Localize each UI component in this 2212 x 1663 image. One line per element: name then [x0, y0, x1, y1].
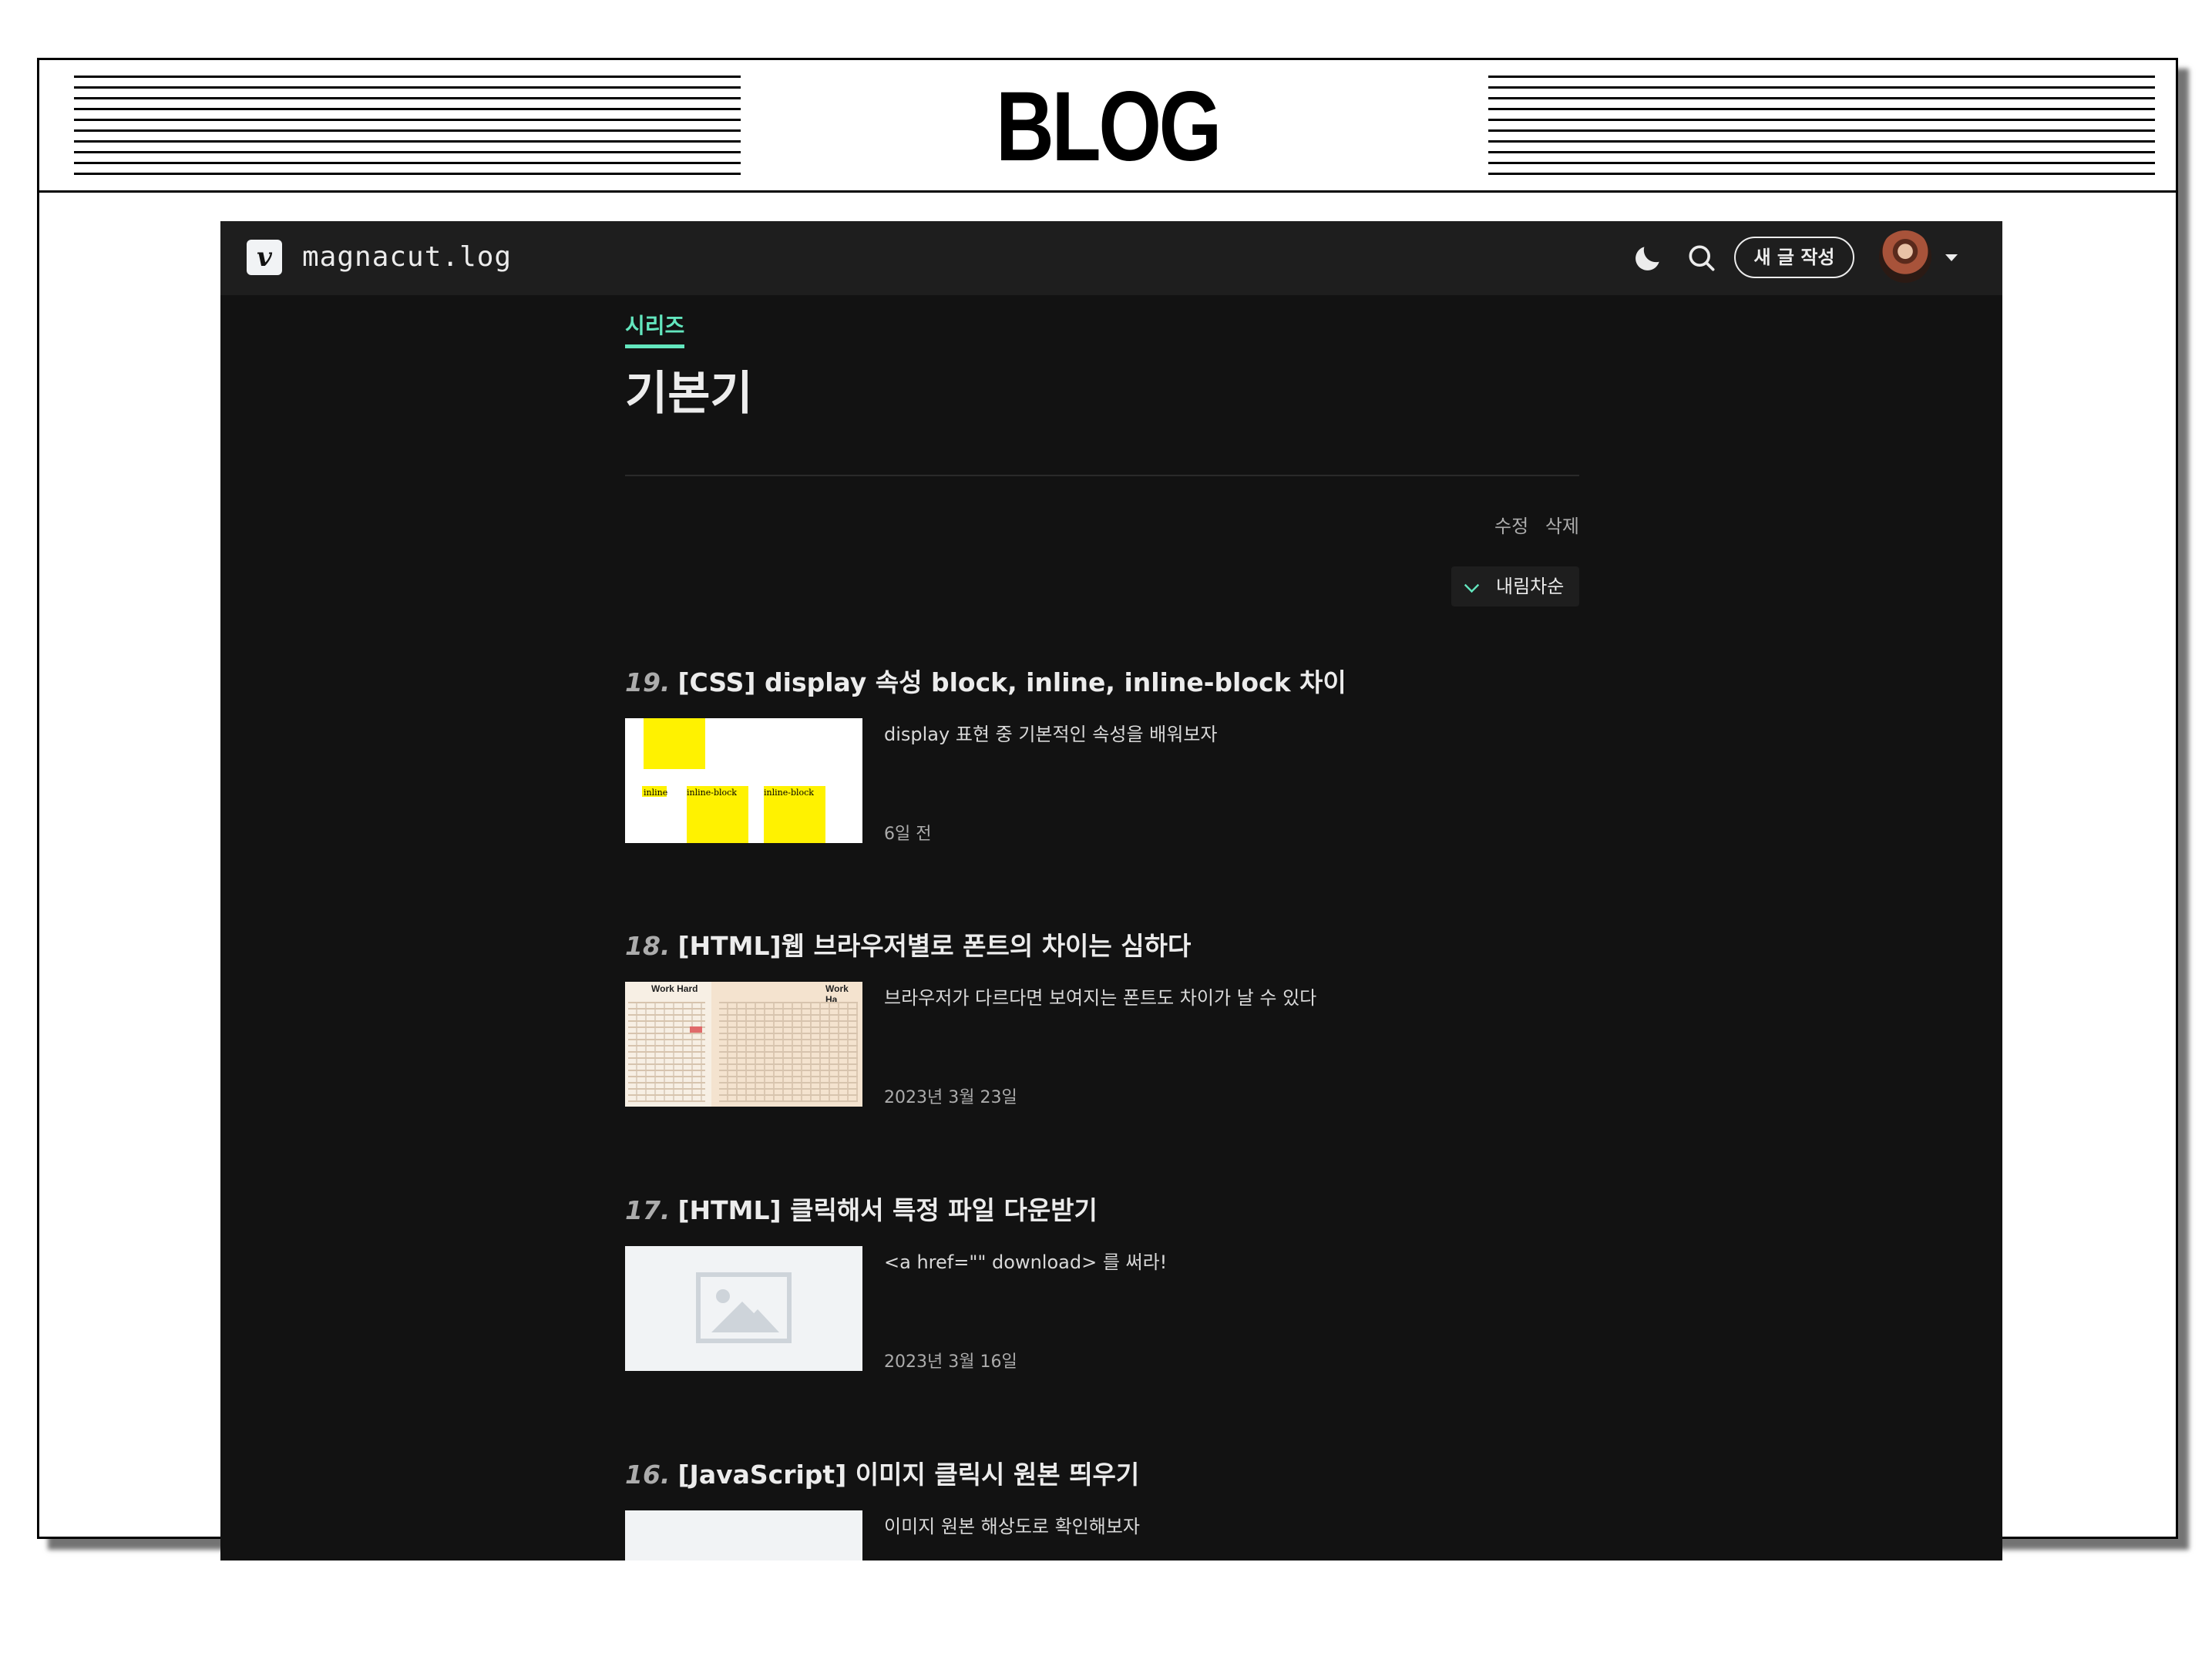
post-description: 이미지 원본 해상도로 확인해보자 — [884, 1516, 1141, 1537]
post-number: 19. — [625, 667, 671, 697]
thumb-calendar-grid — [719, 1002, 858, 1102]
blog-name-link[interactable]: magnacut.log — [302, 240, 512, 275]
thumb-block-box — [644, 718, 705, 769]
thumb-label: inline-block — [764, 788, 814, 798]
series-actions: 수정 삭제 — [1484, 511, 1579, 538]
post-thumbnail-placeholder[interactable] — [625, 1510, 862, 1561]
post-title[interactable]: 17. [HTML] 클릭해서 특정 파일 다운받기 — [625, 1194, 1098, 1228]
image-placeholder-icon — [696, 1272, 792, 1343]
post-title[interactable]: 18. [HTML]웹 브라우저별로 폰트의 차이는 심하다 — [625, 929, 1191, 963]
thumb-label: inline-block — [687, 788, 737, 798]
placeholder-mountain — [736, 1309, 779, 1332]
moon-icon[interactable] — [1631, 241, 1665, 275]
post-title-text: [CSS] display 속성 block, inline, inline-b… — [677, 667, 1346, 697]
post-date: 2023년 3월 16일 — [884, 1352, 1017, 1372]
post-item[interactable]: 16. [JavaScript] 이미지 클릭시 원본 띄우기 이미지 원본 해상… — [625, 1458, 1579, 1561]
thumb-label: Work Hard — [651, 983, 698, 994]
post-thumbnail-placeholder[interactable] — [625, 1246, 862, 1371]
user-avatar[interactable] — [1879, 230, 1931, 283]
thumb-calendar-grid — [628, 1002, 705, 1102]
series-title: 기본기 — [625, 367, 753, 421]
post-title[interactable]: 16. [JavaScript] 이미지 클릭시 원본 띄우기 — [625, 1458, 1139, 1492]
title-divider — [625, 475, 1579, 476]
post-title-text: [HTML]웹 브라우저별로 폰트의 차이는 심하다 — [677, 931, 1192, 961]
post-thumbnail[interactable]: inline inline-block inline-block — [625, 718, 862, 843]
post-title-text: [JavaScript] 이미지 클릭시 원본 띄우기 — [677, 1460, 1140, 1490]
post-item[interactable]: 19. [CSS] display 속성 block, inline, inlin… — [625, 666, 1579, 897]
banner-title: BLOG — [995, 72, 1222, 182]
post-title-text: [HTML] 클릭해서 특정 파일 다운받기 — [677, 1195, 1098, 1225]
post-thumbnail[interactable]: Work Hard Work Ha — [625, 982, 862, 1107]
post-description: display 표현 중 기본적인 속성을 배워보자 — [884, 724, 1218, 745]
post-number: 18. — [625, 931, 671, 961]
post-item[interactable]: 18. [HTML]웹 브라우저별로 폰트의 차이는 심하다 Work Hard … — [625, 929, 1579, 1161]
sort-order-label: 내림차순 — [1496, 576, 1565, 597]
sort-order-button[interactable]: 내림차순 — [1451, 566, 1579, 606]
post-number: 17. — [625, 1195, 671, 1225]
delete-series-button[interactable]: 삭제 — [1545, 516, 1579, 537]
post-title[interactable]: 19. [CSS] display 속성 block, inline, inlin… — [625, 666, 1346, 700]
thumb-label: inline — [644, 788, 668, 798]
post-date: 2023년 3월 23일 — [884, 1088, 1017, 1107]
edit-series-button[interactable]: 수정 — [1494, 516, 1528, 537]
chevron-down-icon — [1464, 577, 1480, 593]
post-description: 브라우저가 다르다면 보여지는 폰트도 차이가 날 수 있다 — [884, 987, 1317, 1009]
thumb-highlight — [690, 1026, 702, 1033]
post-number: 16. — [625, 1460, 671, 1490]
caret-down-icon[interactable] — [1945, 254, 1958, 261]
velog-screenshot: v magnacut.log 새 글 작성 시리즈 기본기 수정 삭제 내림차순… — [220, 221, 2002, 1561]
series-label: 시리즈 — [625, 312, 685, 348]
new-post-button[interactable]: 새 글 작성 — [1734, 237, 1854, 278]
post-item[interactable]: 17. [HTML] 클릭해서 특정 파일 다운받기 <a href="" dow… — [625, 1194, 1579, 1425]
post-description: <a href="" download> 를 써라! — [884, 1251, 1168, 1273]
post-date: 6일 전 — [884, 825, 932, 844]
blog-banner: BLOG — [39, 60, 2176, 193]
velog-logo-icon[interactable]: v — [247, 240, 282, 275]
search-icon[interactable] — [1685, 241, 1719, 275]
top-header: v magnacut.log 새 글 작성 — [220, 221, 2002, 295]
